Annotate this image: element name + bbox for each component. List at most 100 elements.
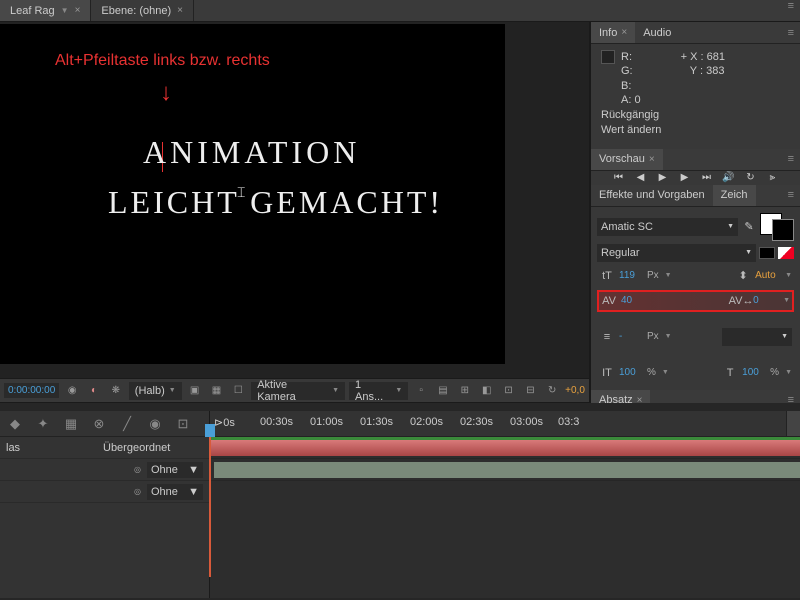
tab-effects[interactable]: Effekte und Vorgaben <box>591 185 713 206</box>
vp-icon[interactable]: ▫ <box>412 382 430 400</box>
prev-frame-icon[interactable]: ◀ <box>634 171 648 185</box>
timeline-end-marker[interactable] <box>786 411 800 436</box>
offset-value[interactable]: +0,0 <box>565 385 585 396</box>
panel-menu-icon[interactable]: ≡ <box>788 189 794 201</box>
swap-colors-icon[interactable] <box>759 247 775 259</box>
none-color-icon[interactable] <box>778 247 794 259</box>
kerning-value[interactable]: 0 <box>753 295 777 306</box>
frame-blend-icon[interactable]: ▦ <box>62 415 80 433</box>
tracking-value[interactable]: 40 <box>621 295 645 306</box>
vp-icon[interactable]: ▤ <box>434 382 452 400</box>
timeline-layer-row[interactable]: ◎ Ohne▼ <box>0 481 209 503</box>
dropdown-icon[interactable]: ▼ <box>783 297 790 304</box>
first-frame-icon[interactable]: ⏮ <box>612 171 626 185</box>
kerning-icon: AV↔ <box>733 293 749 309</box>
hscale-value[interactable]: 100 <box>742 367 766 378</box>
dropdown-icon[interactable]: ▼ <box>785 272 792 279</box>
dropdown-icon[interactable]: ▼ <box>665 272 672 279</box>
pickwhip-icon[interactable]: ◎ <box>134 465 141 474</box>
character-panel-header: Effekte und Vorgaben Zeich ≡ <box>591 185 800 207</box>
loop-icon[interactable]: ↻ <box>744 171 758 185</box>
timeline-tracks[interactable]: ⊳0s 00:30s 01:00s 01:30s 02:00s 02:30s 0… <box>210 411 800 598</box>
leading-icon: ⬍ <box>735 268 751 284</box>
stroke-value[interactable]: - <box>619 331 643 342</box>
eyedropper-icon[interactable]: ✎ <box>741 219 757 235</box>
info-r: R: <box>621 50 641 64</box>
close-icon[interactable]: × <box>177 5 183 16</box>
stroke-style-dropdown[interactable]: ▼ <box>722 328 792 346</box>
vscale-value[interactable]: 100 <box>619 367 643 378</box>
graph-icon[interactable]: ╱ <box>118 415 136 433</box>
brain-icon[interactable]: ◉ <box>146 415 164 433</box>
ram-preview-icon[interactable]: ⫸ <box>766 171 780 185</box>
close-icon[interactable]: × <box>75 5 81 16</box>
timecode-display[interactable]: 0:00:00:00 <box>4 383 59 398</box>
grid-icon[interactable]: ▦ <box>208 382 226 400</box>
panel-menu-icon[interactable]: ≡ <box>788 27 794 39</box>
time-ruler[interactable]: ⊳0s 00:30s 01:00s 01:30s 02:00s 02:30s 0… <box>210 411 800 437</box>
audio-icon[interactable]: 🔊 <box>722 171 736 185</box>
last-frame-icon[interactable]: ⏭ <box>700 171 714 185</box>
channel-icon[interactable]: ◐ <box>85 382 103 400</box>
info-x-val: 681 <box>707 51 725 63</box>
info-y-val: 383 <box>706 65 724 77</box>
timeline-layer-list: ◆ ✦ ▦ ⊗ ╱ ◉ ⊡ las Übergeordnet ◎ Ohne▼ ◎… <box>0 411 210 598</box>
timeline-layer-row[interactable]: ◎ Ohne▼ <box>0 459 209 481</box>
panel-menu-icon[interactable]: ≡ <box>788 0 794 21</box>
adjustment-icon[interactable]: ⊡ <box>174 415 192 433</box>
resolution-dropdown[interactable]: (Halb)▼ <box>129 382 182 400</box>
chevron-down-icon[interactable]: ▼ <box>61 6 69 15</box>
parent-dropdown[interactable]: Ohne▼ <box>147 462 203 478</box>
next-frame-icon[interactable]: ▶ <box>678 171 692 185</box>
fill-stroke-swatch[interactable] <box>760 213 794 241</box>
vp-icon[interactable]: ⊡ <box>500 382 518 400</box>
tab-label: Leaf Rag <box>10 5 55 17</box>
panel-menu-icon[interactable]: ≡ <box>788 153 794 165</box>
leading-value[interactable]: Auto <box>755 270 779 281</box>
views-dropdown[interactable]: 1 Ans...▼ <box>349 382 408 400</box>
tab-character[interactable]: Zeich <box>713 185 756 206</box>
font-size-icon: tT <box>599 268 615 284</box>
comp-tab[interactable]: Leaf Rag ▼ × <box>0 0 91 21</box>
annotation-text: Alt+Pfeiltaste links bzw. rechts <box>55 52 270 70</box>
layer-tab[interactable]: Ebene: (ohne) × <box>91 0 194 21</box>
font-size-value[interactable]: 119 <box>619 270 643 281</box>
shy-icon[interactable]: ◆ <box>6 415 24 433</box>
timeline-column-header: las Übergeordnet <box>0 437 209 459</box>
info-g: G: <box>621 64 641 78</box>
tab-vorschau[interactable]: Vorschau× <box>591 149 663 170</box>
guides-icon[interactable]: ☐ <box>229 382 247 400</box>
viewport-toolbar: 0:00:00:00 ◉ ◐ ❋ (Halb)▼ ▣ ▦ ☐ Aktive Ka… <box>0 378 589 402</box>
snapshot-icon[interactable]: ◉ <box>63 382 81 400</box>
font-style-dropdown[interactable]: Regular▼ <box>597 244 756 262</box>
info-x-label: X : <box>690 51 703 63</box>
vp-icon[interactable]: ⊞ <box>456 382 474 400</box>
timeline-track[interactable] <box>210 437 800 459</box>
tab-info[interactable]: Info× <box>591 22 635 43</box>
tab-audio[interactable]: Audio <box>635 22 679 43</box>
status-text: Rückgängig Wert ändern <box>591 104 800 149</box>
vp-icon[interactable]: ◧ <box>478 382 496 400</box>
info-panel-header: Info× Audio ≡ <box>591 22 800 44</box>
dropdown-icon[interactable]: ▼ <box>665 333 672 340</box>
play-icon[interactable]: ▶ <box>656 171 670 185</box>
motion-blur-icon[interactable]: ⊗ <box>90 415 108 433</box>
comp-icon[interactable]: ✦ <box>34 415 52 433</box>
parent-dropdown[interactable]: Ohne▼ <box>147 484 203 500</box>
dropdown-icon[interactable]: ▼ <box>662 369 669 376</box>
timecode-icon[interactable]: ⊟ <box>521 382 539 400</box>
camera-dropdown[interactable]: Aktive Kamera▼ <box>251 382 345 400</box>
roi-icon[interactable]: ▣ <box>186 382 204 400</box>
size-leading-row: tT 119 Px ▼ ⬍ Auto ▼ <box>597 265 794 287</box>
info-panel: R: G: B: A: 0 + X : 681 Y : 383 <box>591 44 800 104</box>
spiral-icon[interactable]: ❋ <box>107 382 125 400</box>
loop-icon[interactable]: ↻ <box>543 382 561 400</box>
composition-viewport: Alt+Pfeiltaste links bzw. rechts ↓ ANIMA… <box>0 22 590 402</box>
playhead[interactable] <box>209 437 211 577</box>
font-family-dropdown[interactable]: Amatic SC▼ <box>597 218 738 236</box>
vscale-icon: IT <box>599 365 615 381</box>
preview-area[interactable]: Alt+Pfeiltaste links bzw. rechts ↓ ANIMA… <box>0 24 505 364</box>
pickwhip-icon[interactable]: ◎ <box>134 487 141 496</box>
dropdown-icon[interactable]: ▼ <box>785 369 792 376</box>
timeline-track[interactable] <box>210 459 800 481</box>
